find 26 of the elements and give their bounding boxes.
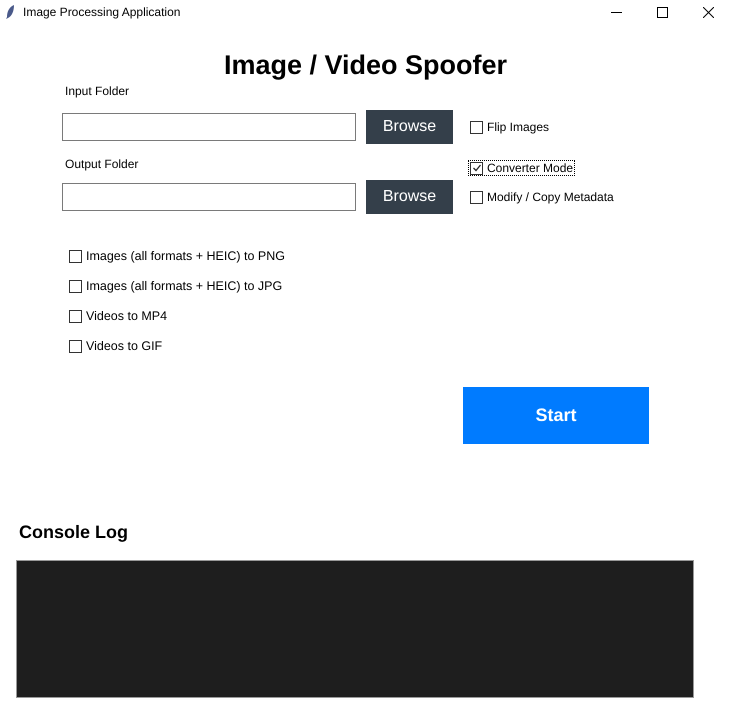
field-label: Input Folder bbox=[64, 83, 130, 98]
checkbox[interactable] bbox=[69, 280, 82, 292]
checkbox[interactable] bbox=[69, 340, 82, 352]
start-button[interactable]: Start bbox=[463, 387, 649, 444]
checkbox[interactable] bbox=[470, 120, 483, 134]
input-folder-field[interactable] bbox=[62, 113, 356, 141]
app-heading: Image / Video Spoofer bbox=[222, 49, 508, 82]
checkbox-label[interactable]: Videos to GIF bbox=[86, 339, 162, 353]
checkbox[interactable] bbox=[69, 250, 82, 262]
checkbox-label[interactable]: Images (all formats + HEIC) to PNG bbox=[86, 249, 286, 263]
feather-icon bbox=[6, 5, 15, 19]
checkbox[interactable] bbox=[69, 310, 82, 322]
close-icon[interactable] bbox=[702, 6, 714, 18]
output-folder-field[interactable] bbox=[62, 183, 356, 211]
checkbox-label[interactable]: Images (all formats + HEIC) to JPG bbox=[86, 279, 282, 293]
checkbox-label[interactable]: Videos to MP4 bbox=[86, 309, 168, 323]
browse-button[interactable]: Browse bbox=[366, 180, 453, 214]
checkbox[interactable] bbox=[470, 190, 483, 204]
checkbox-label[interactable]: Flip Images bbox=[487, 120, 550, 134]
window-title: Image Processing Application bbox=[23, 5, 182, 19]
checkbox-label[interactable]: Modify / Copy Metadata bbox=[487, 190, 614, 204]
browse-button[interactable]: Browse bbox=[366, 110, 453, 144]
maximize-icon[interactable] bbox=[656, 6, 668, 18]
checkbox[interactable] bbox=[470, 162, 483, 174]
console-title: Console Log bbox=[19, 522, 129, 543]
field-label: Output Folder bbox=[64, 156, 140, 173]
